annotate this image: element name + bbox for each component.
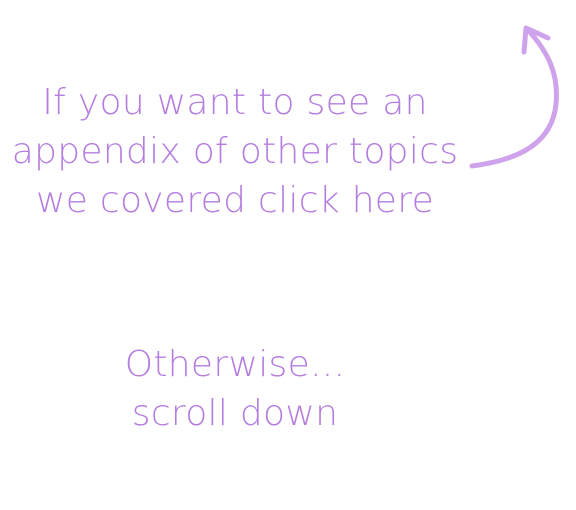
slide: If you want to see an appendix of other … <box>0 0 576 510</box>
scroll-line-1: Otherwise... <box>124 344 346 385</box>
scroll-line-2: scroll down <box>131 393 339 434</box>
scroll-prompt: Otherwise... scroll down <box>0 340 470 438</box>
appendix-link[interactable]: If you want to see an appendix of other … <box>0 78 470 225</box>
curved-up-arrow-icon[interactable] <box>460 14 570 178</box>
appendix-line-1: If you want to see an <box>42 82 428 123</box>
appendix-line-3: we covered click here <box>35 180 435 221</box>
appendix-line-2: appendix of other topics <box>11 131 459 172</box>
